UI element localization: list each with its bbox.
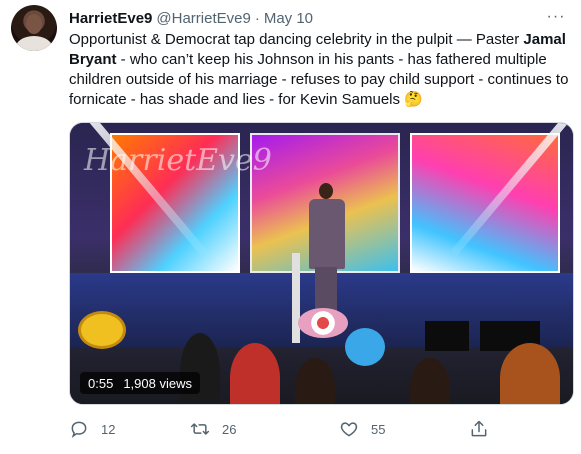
like-count: 55 <box>371 421 386 437</box>
tweet-date[interactable]: May 10 <box>264 10 313 27</box>
reply-icon <box>71 421 87 439</box>
retweet-button[interactable]: 26 <box>190 418 236 440</box>
like-button[interactable]: 55 <box>339 418 385 440</box>
tweet-text-part1: Opportunist & Democrat tap dancing celeb… <box>69 31 524 48</box>
audience-yellow-hat <box>78 311 126 349</box>
audience-member <box>180 333 220 404</box>
audience-member <box>410 358 450 404</box>
speaker-head <box>319 183 333 199</box>
avatar-shoulders <box>16 36 52 51</box>
retweet-count: 26 <box>222 421 237 437</box>
reply-count: 12 <box>101 421 116 437</box>
retweet-icon <box>190 423 210 435</box>
tweet-actions: 12 26 55 <box>69 418 509 440</box>
heart-icon <box>340 422 358 437</box>
audience-member <box>295 358 335 404</box>
more-label: ··· <box>546 8 566 25</box>
tweet-text-part2: - who can’t keep his Johnson in his pant… <box>69 51 569 108</box>
share-icon <box>471 420 487 437</box>
tweet[interactable]: HarrietEve9 @HarrietEve9 · May 10 ··· Op… <box>0 0 581 454</box>
tweet-text: Opportunist & Democrat tap dancing celeb… <box>69 30 577 110</box>
audience-blue-hat <box>345 328 385 366</box>
video-player[interactable]: HarrietEve9 0:55 1,908 views <box>69 122 574 405</box>
audience-member <box>500 343 560 404</box>
avatar[interactable] <box>11 5 57 51</box>
audience-member <box>230 343 280 404</box>
video-duration: 0:55 <box>88 375 114 391</box>
speaker-body <box>309 199 345 269</box>
video-watermark: HarrietEve9 <box>84 143 272 178</box>
share-button[interactable] <box>469 418 489 440</box>
handle[interactable]: @HarrietEve9 <box>156 10 250 27</box>
video-badge: 0:55 1,908 views <box>80 372 200 394</box>
separator-dot: · <box>254 9 260 27</box>
video-views: 1,908 views <box>123 375 192 391</box>
more-icon[interactable]: ··· <box>545 6 567 28</box>
reply-button[interactable]: 12 <box>69 418 115 440</box>
display-name[interactable]: HarrietEve9 <box>69 10 152 27</box>
tweet-header: HarrietEve9 @HarrietEve9 · May 10 <box>69 8 313 28</box>
avatar-face <box>26 14 42 34</box>
